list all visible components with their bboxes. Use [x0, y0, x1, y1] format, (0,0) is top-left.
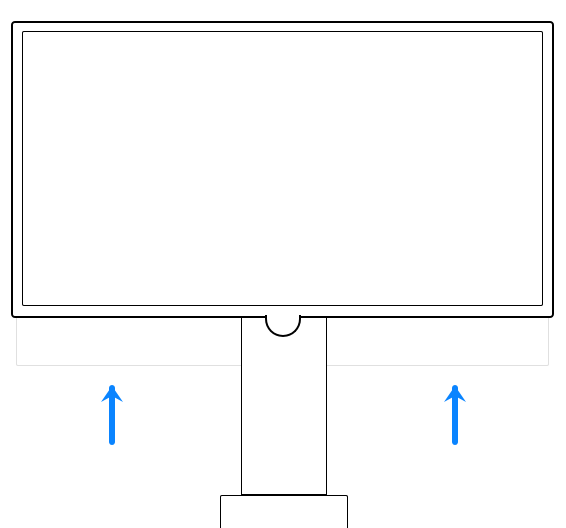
monitor-height-adjust-diagram — [0, 0, 566, 528]
display-screen — [22, 31, 543, 306]
arrow-up-right-icon — [440, 384, 470, 446]
stand-base — [220, 495, 348, 528]
arrow-up-left-icon — [97, 384, 127, 446]
